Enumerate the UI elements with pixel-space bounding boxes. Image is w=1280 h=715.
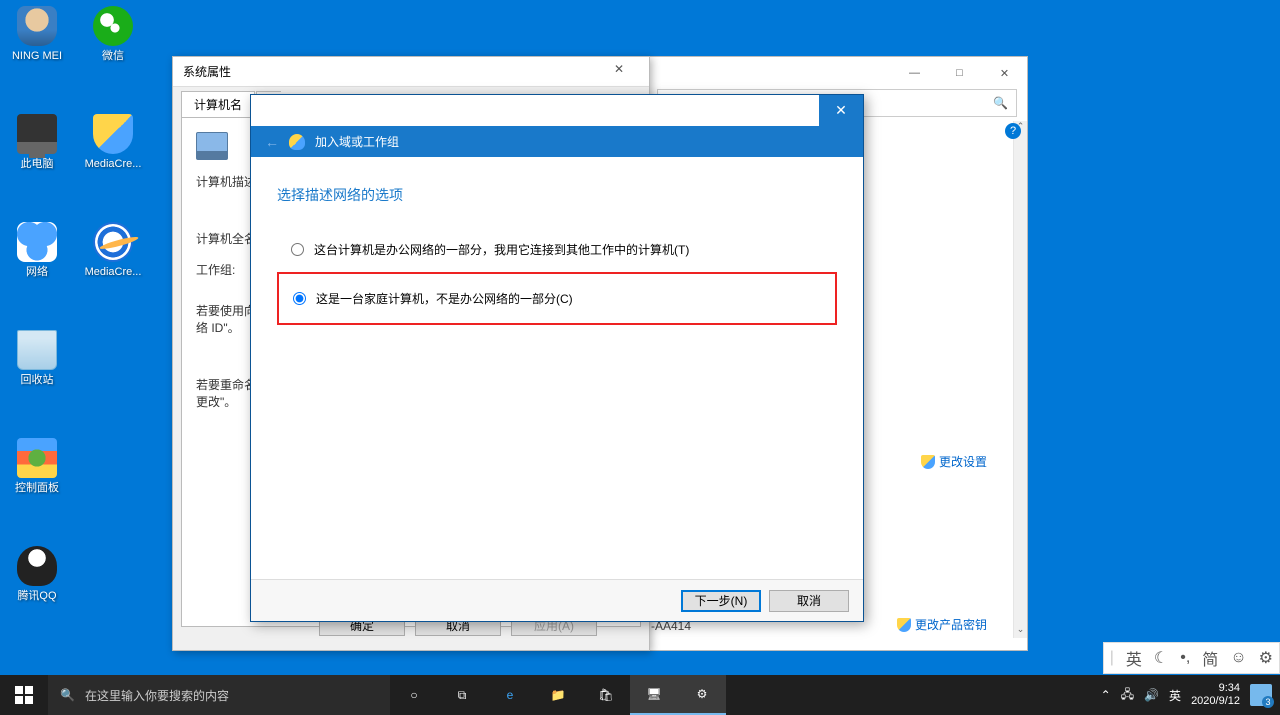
- close-button[interactable]: ✕: [819, 95, 863, 126]
- windows-icon: [15, 686, 33, 704]
- sysprops-taskbar-button[interactable]: ⚙: [678, 675, 726, 715]
- icon-label: 回收站: [0, 374, 74, 387]
- icon-label: MediaCre...: [76, 158, 150, 171]
- desktop-icon[interactable]: MediaCre...: [76, 222, 150, 279]
- next-button[interactable]: 下一步(N): [681, 590, 761, 612]
- ime-toolbar[interactable]: | 英 ☾ •, 简 ☺ ⚙: [1103, 642, 1280, 674]
- tray-chevron-icon[interactable]: ⌃: [1101, 688, 1111, 702]
- icon-label: 腾讯QQ: [0, 590, 74, 603]
- ime-sep: |: [1110, 649, 1114, 667]
- icon-label: 此电脑: [0, 158, 74, 171]
- desktop-icon[interactable]: NING MEI: [0, 6, 74, 63]
- desktop-icon[interactable]: MediaCre...: [76, 114, 150, 171]
- wizard-heading: 选择描述网络的选项: [277, 185, 837, 205]
- tray-network-icon[interactable]: 🖧: [1121, 685, 1134, 706]
- app-icon: [17, 330, 57, 370]
- app-icon: [93, 222, 133, 262]
- cortana-button[interactable]: ○: [390, 675, 438, 715]
- netid-hint-2: 络 ID"。: [196, 321, 240, 335]
- app-icon: [17, 546, 57, 586]
- desktop-icon[interactable]: 回收站: [0, 330, 74, 387]
- computer-icon: [196, 132, 228, 160]
- join-domain-wizard: ✕ ← 加入域或工作组 选择描述网络的选项 这台计算机是办公网络的一部分，我用它…: [250, 94, 864, 622]
- close-button[interactable]: ✕: [599, 62, 639, 82]
- app-icon: [93, 114, 133, 154]
- option-home-label: 这是一台家庭计算机，不是办公网络的一部分(C): [316, 290, 573, 307]
- clock-date: 2020/9/12: [1191, 695, 1240, 708]
- store-button[interactable]: 🛍: [582, 675, 630, 715]
- sysprops-titlebar: 系统属性 ✕: [173, 57, 649, 87]
- edge-button[interactable]: e: [486, 675, 534, 715]
- tab-computer-name[interactable]: 计算机名: [181, 91, 255, 117]
- ime-lang[interactable]: 英: [1126, 646, 1142, 670]
- task-view-button[interactable]: ⧉: [438, 675, 486, 715]
- taskbar-clock[interactable]: 9:34 2020/9/12: [1191, 682, 1240, 708]
- app-icon: [17, 114, 57, 154]
- fullname-label: 计算机全名: [196, 230, 256, 247]
- app-icon: [17, 6, 57, 46]
- taskbar: 🔍 在这里输入你要搜索的内容 ○ ⧉ e 📁 🛍 🖥 ⚙ ⌃ 🖧 🔊 英 9:3…: [0, 675, 1280, 715]
- desktop-icon[interactable]: 腾讯QQ: [0, 546, 74, 603]
- netid-hint-1: 若要使用向: [196, 304, 256, 318]
- ime-simplified[interactable]: 简: [1202, 646, 1218, 670]
- wizard-titlebar: ✕: [251, 95, 863, 126]
- desktop-icon[interactable]: 此电脑: [0, 114, 74, 171]
- option-home-computer[interactable]: 这是一台家庭计算机，不是办公网络的一部分(C): [277, 272, 837, 325]
- maximize-button[interactable]: □: [937, 57, 982, 89]
- radio-office[interactable]: [291, 243, 304, 256]
- desktop-icon[interactable]: 网络: [0, 222, 74, 279]
- sysinfo-titlebar: — □ ✕: [647, 57, 1027, 89]
- wizard-header: ← 加入域或工作组: [251, 126, 863, 157]
- tray-volume-icon[interactable]: 🔊: [1144, 688, 1159, 702]
- clock-time: 9:34: [1191, 682, 1240, 695]
- workgroup-label: 工作组:: [196, 261, 235, 278]
- shield-icon: [921, 455, 935, 469]
- icon-label: 控制面板: [0, 482, 74, 495]
- search-icon: 🔍: [993, 96, 1008, 110]
- ime-emoji-icon[interactable]: ☺: [1230, 649, 1246, 667]
- action-center-button[interactable]: [1250, 684, 1272, 706]
- icon-label: 微信: [76, 50, 150, 63]
- option-office-network[interactable]: 这台计算机是办公网络的一部分，我用它连接到其他工作中的计算机(T): [277, 233, 837, 266]
- radio-home[interactable]: [293, 292, 306, 305]
- tray-ime[interactable]: 英: [1169, 687, 1181, 704]
- taskbar-search[interactable]: 🔍 在这里输入你要搜索的内容: [48, 675, 390, 715]
- change-product-key-link[interactable]: 更改产品密钥: [897, 616, 987, 633]
- change-settings-link[interactable]: 更改设置: [921, 453, 987, 470]
- ime-punct-icon[interactable]: •,: [1180, 649, 1190, 667]
- sysprops-title: 系统属性: [183, 63, 599, 80]
- desc-label: 计算机描述: [196, 173, 256, 190]
- wizard-icon: [289, 134, 305, 150]
- ime-settings-icon[interactable]: ⚙: [1259, 648, 1273, 668]
- desktop-icon[interactable]: 控制面板: [0, 438, 74, 495]
- rename-hint-2: 更改"。: [196, 395, 236, 409]
- sysinfo-taskbar-button[interactable]: 🖥: [630, 675, 678, 715]
- desktop-icon[interactable]: 微信: [76, 6, 150, 63]
- app-icon: [17, 222, 57, 262]
- icon-label: 网络: [0, 266, 74, 279]
- wizard-body: 选择描述网络的选项 这台计算机是办公网络的一部分，我用它连接到其他工作中的计算机…: [251, 157, 863, 359]
- icon-label: NING MEI: [0, 50, 74, 63]
- system-tray: ⌃ 🖧 🔊 英 9:34 2020/9/12: [1101, 682, 1280, 708]
- help-icon[interactable]: ?: [1005, 123, 1021, 139]
- ime-moon-icon[interactable]: ☾: [1154, 648, 1168, 668]
- shield-icon: [897, 618, 911, 632]
- icon-label: MediaCre...: [76, 266, 150, 279]
- wizard-title: 加入域或工作组: [315, 133, 399, 150]
- search-icon: 🔍: [60, 688, 75, 702]
- search-placeholder: 在这里输入你要搜索的内容: [85, 687, 229, 704]
- wizard-footer: 下一步(N) 取消: [251, 579, 863, 621]
- cancel-button[interactable]: 取消: [769, 590, 849, 612]
- option-office-label: 这台计算机是办公网络的一部分，我用它连接到其他工作中的计算机(T): [314, 241, 689, 258]
- explorer-button[interactable]: 📁: [534, 675, 582, 715]
- close-button[interactable]: ✕: [982, 57, 1027, 89]
- app-icon: [93, 6, 133, 46]
- start-button[interactable]: [0, 675, 48, 715]
- app-icon: [17, 438, 57, 478]
- back-button[interactable]: ←: [265, 134, 279, 150]
- minimize-button[interactable]: —: [892, 57, 937, 89]
